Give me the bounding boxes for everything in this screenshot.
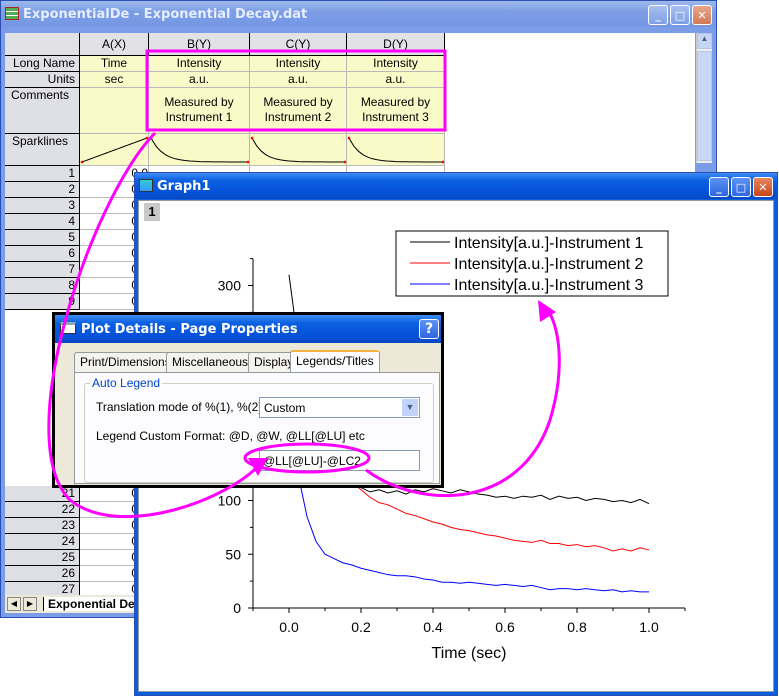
vertical-scrollbar[interactable]: ▲ bbox=[696, 33, 712, 163]
dialog-icon bbox=[60, 322, 76, 334]
row-number[interactable]: 9 bbox=[5, 294, 80, 310]
row-number[interactable]: 1 bbox=[5, 166, 80, 182]
row-number[interactable]: 27 bbox=[5, 582, 80, 595]
long_name-cell[interactable]: Intensity bbox=[250, 56, 347, 72]
row-number[interactable]: 6 bbox=[5, 246, 80, 262]
translation-mode-label: Translation mode of %(1), %(2) bbox=[96, 400, 263, 414]
row-number[interactable]: 24 bbox=[5, 534, 80, 550]
comments-cell[interactable]: Measured by Instrument 1 bbox=[149, 88, 250, 134]
tab-scroll-left[interactable]: ◀ bbox=[7, 597, 21, 611]
row-number[interactable]: 4 bbox=[5, 214, 80, 230]
row-number[interactable]: 25 bbox=[5, 550, 80, 566]
graph-icon bbox=[139, 179, 153, 192]
row-number[interactable]: 21 bbox=[5, 486, 80, 502]
tab-print-dimensions[interactable]: Print/Dimensions bbox=[74, 352, 177, 372]
column-header[interactable]: C(Y) bbox=[250, 33, 347, 56]
sparkline bbox=[347, 136, 444, 164]
comments-cell[interactable]: Measured by Instrument 2 bbox=[250, 88, 347, 134]
row-number[interactable]: 5 bbox=[5, 230, 80, 246]
scroll-thumb[interactable] bbox=[697, 51, 712, 161]
row-number[interactable]: 7 bbox=[5, 262, 80, 278]
chevron-down-icon[interactable]: ▼ bbox=[402, 399, 418, 416]
tab-miscellaneous[interactable]: Miscellaneous bbox=[166, 352, 255, 372]
units-cell[interactable]: a.u. bbox=[250, 72, 347, 88]
sparklines-cell[interactable] bbox=[250, 134, 347, 166]
sparklines-cell[interactable] bbox=[347, 134, 445, 166]
units-cell[interactable]: sec bbox=[80, 72, 149, 88]
column-header[interactable]: A(X) bbox=[80, 33, 149, 56]
sparkline bbox=[149, 136, 249, 164]
minimize-button[interactable]: _ bbox=[709, 177, 729, 197]
worksheet-title: ExponentialDe - Exponential Decay.dat bbox=[23, 6, 308, 22]
long_name-cell[interactable]: Intensity bbox=[149, 56, 250, 72]
long_name-cell[interactable]: Intensity bbox=[347, 56, 445, 72]
row-label-comments: Comments bbox=[5, 88, 80, 134]
sparkline bbox=[80, 136, 148, 164]
translation-mode-value: Custom bbox=[264, 401, 306, 415]
legend-format-input[interactable]: @LL[@LU]-@LC2 bbox=[259, 450, 420, 471]
close-button[interactable]: ✕ bbox=[753, 177, 773, 197]
graph-title: Graph1 bbox=[157, 178, 211, 194]
layer-indicator[interactable]: 1 bbox=[144, 203, 160, 221]
worksheet-icon bbox=[5, 7, 19, 20]
row-number[interactable]: 3 bbox=[5, 198, 80, 214]
translation-mode-select[interactable]: Custom ▼ bbox=[259, 397, 420, 418]
sheet-tab[interactable]: Exponential De bbox=[43, 597, 139, 611]
row-number[interactable]: 22 bbox=[5, 502, 80, 518]
minimize-button[interactable]: _ bbox=[648, 5, 668, 25]
row-label-long_name: Long Name bbox=[5, 56, 80, 72]
dialog-title: Plot Details - Page Properties bbox=[81, 321, 298, 337]
long_name-cell[interactable]: Time bbox=[80, 56, 149, 72]
graph-titlebar[interactable]: Graph1 _ □ ✕ bbox=[135, 173, 777, 199]
dialog-titlebar[interactable]: Plot Details - Page Properties ? bbox=[55, 315, 441, 343]
legend-format-label: Legend Custom Format: @D, @W, @LL[@LU] e… bbox=[96, 429, 365, 443]
row-number[interactable]: 8 bbox=[5, 278, 80, 294]
sparkline bbox=[250, 136, 346, 164]
sparklines-cell[interactable] bbox=[80, 134, 149, 166]
maximize-button[interactable]: □ bbox=[670, 5, 690, 25]
row-number[interactable]: 26 bbox=[5, 566, 80, 582]
units-cell[interactable]: a.u. bbox=[149, 72, 250, 88]
column-header[interactable]: B(Y) bbox=[149, 33, 250, 56]
column-header[interactable]: D(Y) bbox=[347, 33, 445, 56]
auto-legend-label: Auto Legend bbox=[90, 376, 163, 390]
legend-format-value: @LL[@LU]-@LC2 bbox=[263, 454, 361, 468]
sparklines-cell[interactable] bbox=[149, 134, 250, 166]
close-button[interactable]: ✕ bbox=[692, 5, 712, 25]
maximize-button[interactable]: □ bbox=[731, 177, 751, 197]
scroll-up-button[interactable]: ▲ bbox=[697, 33, 712, 49]
corner-cell[interactable] bbox=[5, 33, 80, 56]
row-label-sparklines: Sparklines bbox=[5, 134, 80, 166]
comments-cell[interactable]: Measured by Instrument 3 bbox=[347, 88, 445, 134]
help-button[interactable]: ? bbox=[419, 319, 439, 339]
row-number[interactable]: 2 bbox=[5, 182, 80, 198]
row-number[interactable]: 23 bbox=[5, 518, 80, 534]
units-cell[interactable]: a.u. bbox=[347, 72, 445, 88]
tab-legends-titles[interactable]: Legends/Titles bbox=[290, 350, 380, 373]
tab-scroll-right[interactable]: ▶ bbox=[23, 597, 37, 611]
worksheet-titlebar[interactable]: ExponentialDe - Exponential Decay.dat _ … bbox=[1, 1, 716, 27]
comments-cell[interactable] bbox=[80, 88, 149, 134]
row-label-units: Units bbox=[5, 72, 80, 88]
